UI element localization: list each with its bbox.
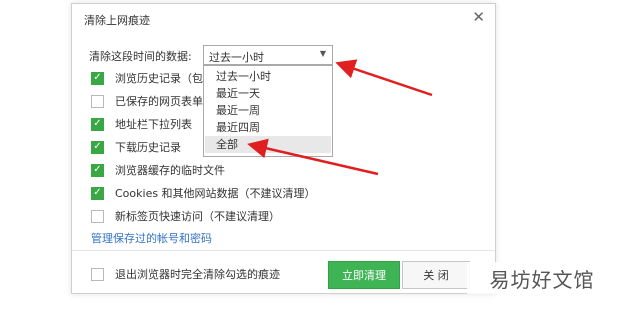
option-label: Cookies 和其他网站数据（不建议清理） <box>115 187 316 200</box>
checkbox[interactable] <box>91 267 104 281</box>
option-label: 退出浏览器时完全清除勾选的痕迹 <box>115 268 280 281</box>
checkbox[interactable]: ✓ <box>91 71 104 85</box>
checkbox[interactable] <box>91 209 104 223</box>
option-label: 下载历史记录 <box>115 141 181 154</box>
time-range-selected-value: 过去一小时 <box>209 51 264 64</box>
checkbox[interactable]: ✓ <box>91 163 104 177</box>
clear-browsing-data-dialog: 清除上网痕迹 ✕ 清除这段时间的数据: 过去一小时 ▼ 过去一小时 最近一天 最… <box>71 3 496 294</box>
manage-passwords-link[interactable]: 管理保存过的帐号和密码 <box>91 230 212 246</box>
exit-clear-option[interactable]: 退出浏览器时完全清除勾选的痕迹 <box>91 266 280 282</box>
checkbox[interactable] <box>91 94 104 108</box>
range-option-hour[interactable]: 过去一小时 <box>205 68 331 85</box>
time-range-dropdown: 过去一小时 最近一天 最近一周 最近四周 全部 <box>203 65 333 157</box>
checkbox[interactable]: ✓ <box>91 186 104 200</box>
option-cookies[interactable]: ✓ Cookies 和其他网站数据（不建议清理） <box>91 185 316 201</box>
option-label: 已保存的网页表单数 <box>115 95 214 108</box>
option-label: 新标签页快速访问（不建议清理） <box>115 210 280 223</box>
range-option-four-weeks[interactable]: 最近四周 <box>205 119 331 136</box>
dialog-title: 清除上网痕迹 <box>84 14 150 27</box>
range-option-all[interactable]: 全部 <box>205 136 331 153</box>
time-range-label: 清除这段时间的数据: <box>89 50 192 63</box>
option-new-tab-quick-access[interactable]: 新标签页快速访问（不建议清理） <box>91 208 280 224</box>
checkbox[interactable]: ✓ <box>91 140 104 154</box>
clear-now-button[interactable]: 立即清理 <box>328 261 400 289</box>
option-label: 浏览历史记录（包含 <box>115 72 214 85</box>
time-range-select[interactable]: 过去一小时 ▼ <box>203 45 333 65</box>
divider <box>72 250 495 251</box>
option-cached-files[interactable]: ✓ 浏览器缓存的临时文件 <box>91 162 225 178</box>
option-label: 浏览器缓存的临时文件 <box>115 164 225 177</box>
close-icon[interactable]: ✕ <box>472 8 485 26</box>
option-download-history[interactable]: ✓ 下载历史记录 <box>91 139 181 155</box>
option-saved-form-data[interactable]: 已保存的网页表单数 <box>91 93 214 109</box>
option-label: 地址栏下拉列表 <box>115 118 192 131</box>
option-browsing-history[interactable]: ✓ 浏览历史记录（包含 <box>91 70 214 86</box>
chevron-down-icon[interactable]: ▼ <box>320 49 326 58</box>
close-button[interactable]: 关 闭 <box>402 261 470 289</box>
range-option-week[interactable]: 最近一周 <box>205 102 331 119</box>
checkbox[interactable]: ✓ <box>91 117 104 131</box>
option-address-bar-list[interactable]: ✓ 地址栏下拉列表 <box>91 116 192 132</box>
watermark: 易坊好文馆 <box>467 262 617 294</box>
range-option-day[interactable]: 最近一天 <box>205 85 331 102</box>
